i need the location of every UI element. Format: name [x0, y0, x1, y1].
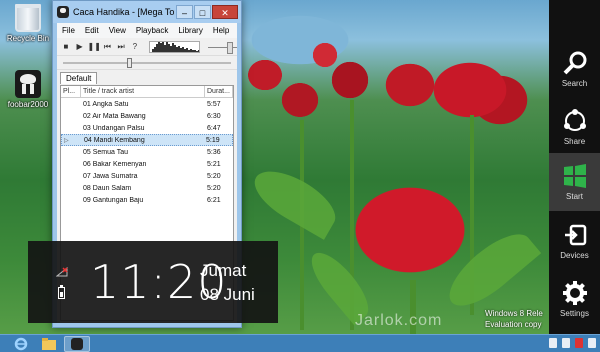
previous-icon[interactable]: ⏮ [102, 41, 114, 53]
seek-thumb[interactable] [127, 58, 132, 68]
taskbar-foobar[interactable] [64, 336, 90, 352]
menu-view[interactable]: View [104, 26, 131, 35]
track-duration: 5:21 [207, 160, 221, 168]
battery-icon [58, 285, 65, 299]
menu-file[interactable]: File [57, 26, 80, 35]
track-duration: 6:47 [207, 124, 221, 132]
track-duration: 5:19 [206, 136, 220, 144]
close-button[interactable]: ✕ [212, 5, 238, 19]
table-row[interactable]: 01 Angka Satu 5:57 [61, 98, 233, 110]
charm-label: Search [561, 79, 588, 88]
recycle-bin-icon [15, 4, 41, 32]
window-titlebar[interactable]: Caca Handika - [Mega Top Be... – □ ✕ [53, 1, 241, 23]
track-duration: 5:20 [207, 172, 221, 180]
column-playing[interactable]: Pl... [61, 86, 81, 97]
network-icon[interactable] [562, 338, 570, 348]
charm-label: Share [563, 137, 586, 146]
next-icon[interactable]: ⏭ [115, 41, 127, 53]
folder-icon [42, 338, 56, 350]
tab-default[interactable]: Default [60, 72, 98, 84]
system-tray [549, 338, 596, 348]
table-row[interactable]: 09 Gantungan Baju 6:21 [61, 194, 233, 206]
playlist-header: Pl... Title / track artist Durat... [61, 86, 233, 98]
windows-watermark: Windows 8 Rele Evaluation copy [485, 309, 543, 329]
menu-help[interactable]: Help [208, 26, 234, 35]
charm-start[interactable]: Start [549, 153, 600, 211]
track-title: 05 Semua Tau [83, 148, 129, 156]
minimize-button[interactable]: – [176, 5, 193, 19]
table-row[interactable]: 08 Daun Salam 5:20 [61, 182, 233, 194]
seek-bar[interactable] [57, 56, 237, 70]
network-signal-icon [56, 267, 68, 277]
track-title: 08 Daun Salam [83, 184, 132, 192]
charm-devices[interactable]: Devices [549, 212, 600, 270]
gear-icon [562, 281, 587, 305]
site-watermark: Jarlok.com [355, 312, 443, 329]
foobar-app-icon [57, 6, 69, 18]
charm-settings[interactable]: Settings [549, 270, 600, 328]
charm-search[interactable]: Search [549, 40, 600, 98]
charms-bar: Search Share Start Devices Settings [549, 0, 600, 352]
table-row[interactable]: 05 Semua Tau 5:36 [61, 146, 233, 158]
charm-share[interactable]: Share [549, 98, 600, 156]
menu-library[interactable]: Library [173, 26, 207, 35]
clock-day: Jumat [200, 261, 247, 280]
column-duration[interactable]: Durat... [205, 86, 233, 97]
maximize-button[interactable]: □ [194, 5, 211, 19]
track-title: 07 Jawa Sumatra [83, 172, 138, 180]
menu-bar: File Edit View Playback Library Help [57, 23, 237, 38]
track-duration: 5:36 [207, 148, 221, 156]
track-title: 03 Undangan Palsu [83, 124, 145, 132]
track-title: 01 Angka Satu [83, 100, 129, 108]
track-duration: 6:30 [207, 112, 221, 120]
track-duration: 5:20 [207, 184, 221, 192]
track-title: 02 Air Mata Bawang [83, 112, 146, 120]
table-row[interactable]: ▷ 04 Mandi Kembang 5:19 [61, 134, 233, 146]
charm-label: Settings [560, 309, 589, 318]
pause-icon[interactable]: ❚❚ [88, 41, 101, 53]
random-icon[interactable]: ? [129, 41, 141, 53]
action-center-icon[interactable] [549, 338, 557, 348]
table-row[interactable]: 07 Jawa Sumatra 5:20 [61, 170, 233, 182]
track-title: 04 Mandi Kembang [84, 136, 145, 144]
column-title[interactable]: Title / track artist [81, 86, 205, 97]
taskbar-explorer[interactable] [36, 336, 62, 352]
charm-label: Start [566, 192, 583, 201]
desktop-icon-foobar[interactable]: foobar2000 [2, 70, 54, 109]
play-icon[interactable]: ▶ [74, 41, 86, 53]
track-title: 06 Bakar Kemenyan [83, 160, 147, 168]
menu-edit[interactable]: Edit [80, 26, 104, 35]
devices-icon [564, 224, 586, 246]
now-playing-icon: ▷ [64, 137, 69, 144]
foobar-icon [15, 70, 41, 98]
clock-date: 08 Juni [200, 285, 255, 304]
taskbar-ie[interactable] [8, 336, 34, 352]
internet-explorer-icon [14, 337, 28, 351]
desktop-icon-label: Recycle Bin [6, 34, 50, 43]
stop-icon[interactable]: ■ [60, 41, 72, 53]
volume-muted-icon[interactable] [575, 338, 583, 348]
foobar-icon [71, 338, 83, 350]
playlist-tabs: Default [57, 70, 237, 84]
spectrum-visualizer [148, 40, 200, 53]
playback-toolbar: ■ ▶ ❚❚ ⏮ ⏭ ? [57, 38, 238, 56]
table-row[interactable]: 06 Bakar Kemenyan 5:21 [61, 158, 233, 170]
charm-label: Devices [560, 251, 589, 260]
volume-slider[interactable] [207, 41, 238, 54]
search-icon [563, 51, 586, 75]
table-row[interactable]: 02 Air Mata Bawang 6:30 [61, 110, 233, 122]
clock-overlay: 11:20 Jumat 08 Juni [28, 241, 278, 323]
table-row[interactable]: 03 Undangan Palsu 6:47 [61, 122, 233, 134]
track-duration: 6:21 [207, 196, 221, 204]
share-icon [563, 109, 586, 131]
track-duration: 5:57 [207, 100, 221, 108]
window-title: Caca Handika - [Mega Top Be... [73, 7, 175, 17]
battery-tray-icon[interactable] [588, 338, 596, 348]
taskbar [0, 334, 600, 352]
track-title: 09 Gantungan Baju [83, 196, 144, 204]
menu-playback[interactable]: Playback [131, 26, 173, 35]
windows-logo-icon [563, 164, 586, 188]
desktop-icon-recycle-bin[interactable]: Recycle Bin [2, 4, 54, 43]
desktop-icon-label: foobar2000 [7, 100, 49, 109]
